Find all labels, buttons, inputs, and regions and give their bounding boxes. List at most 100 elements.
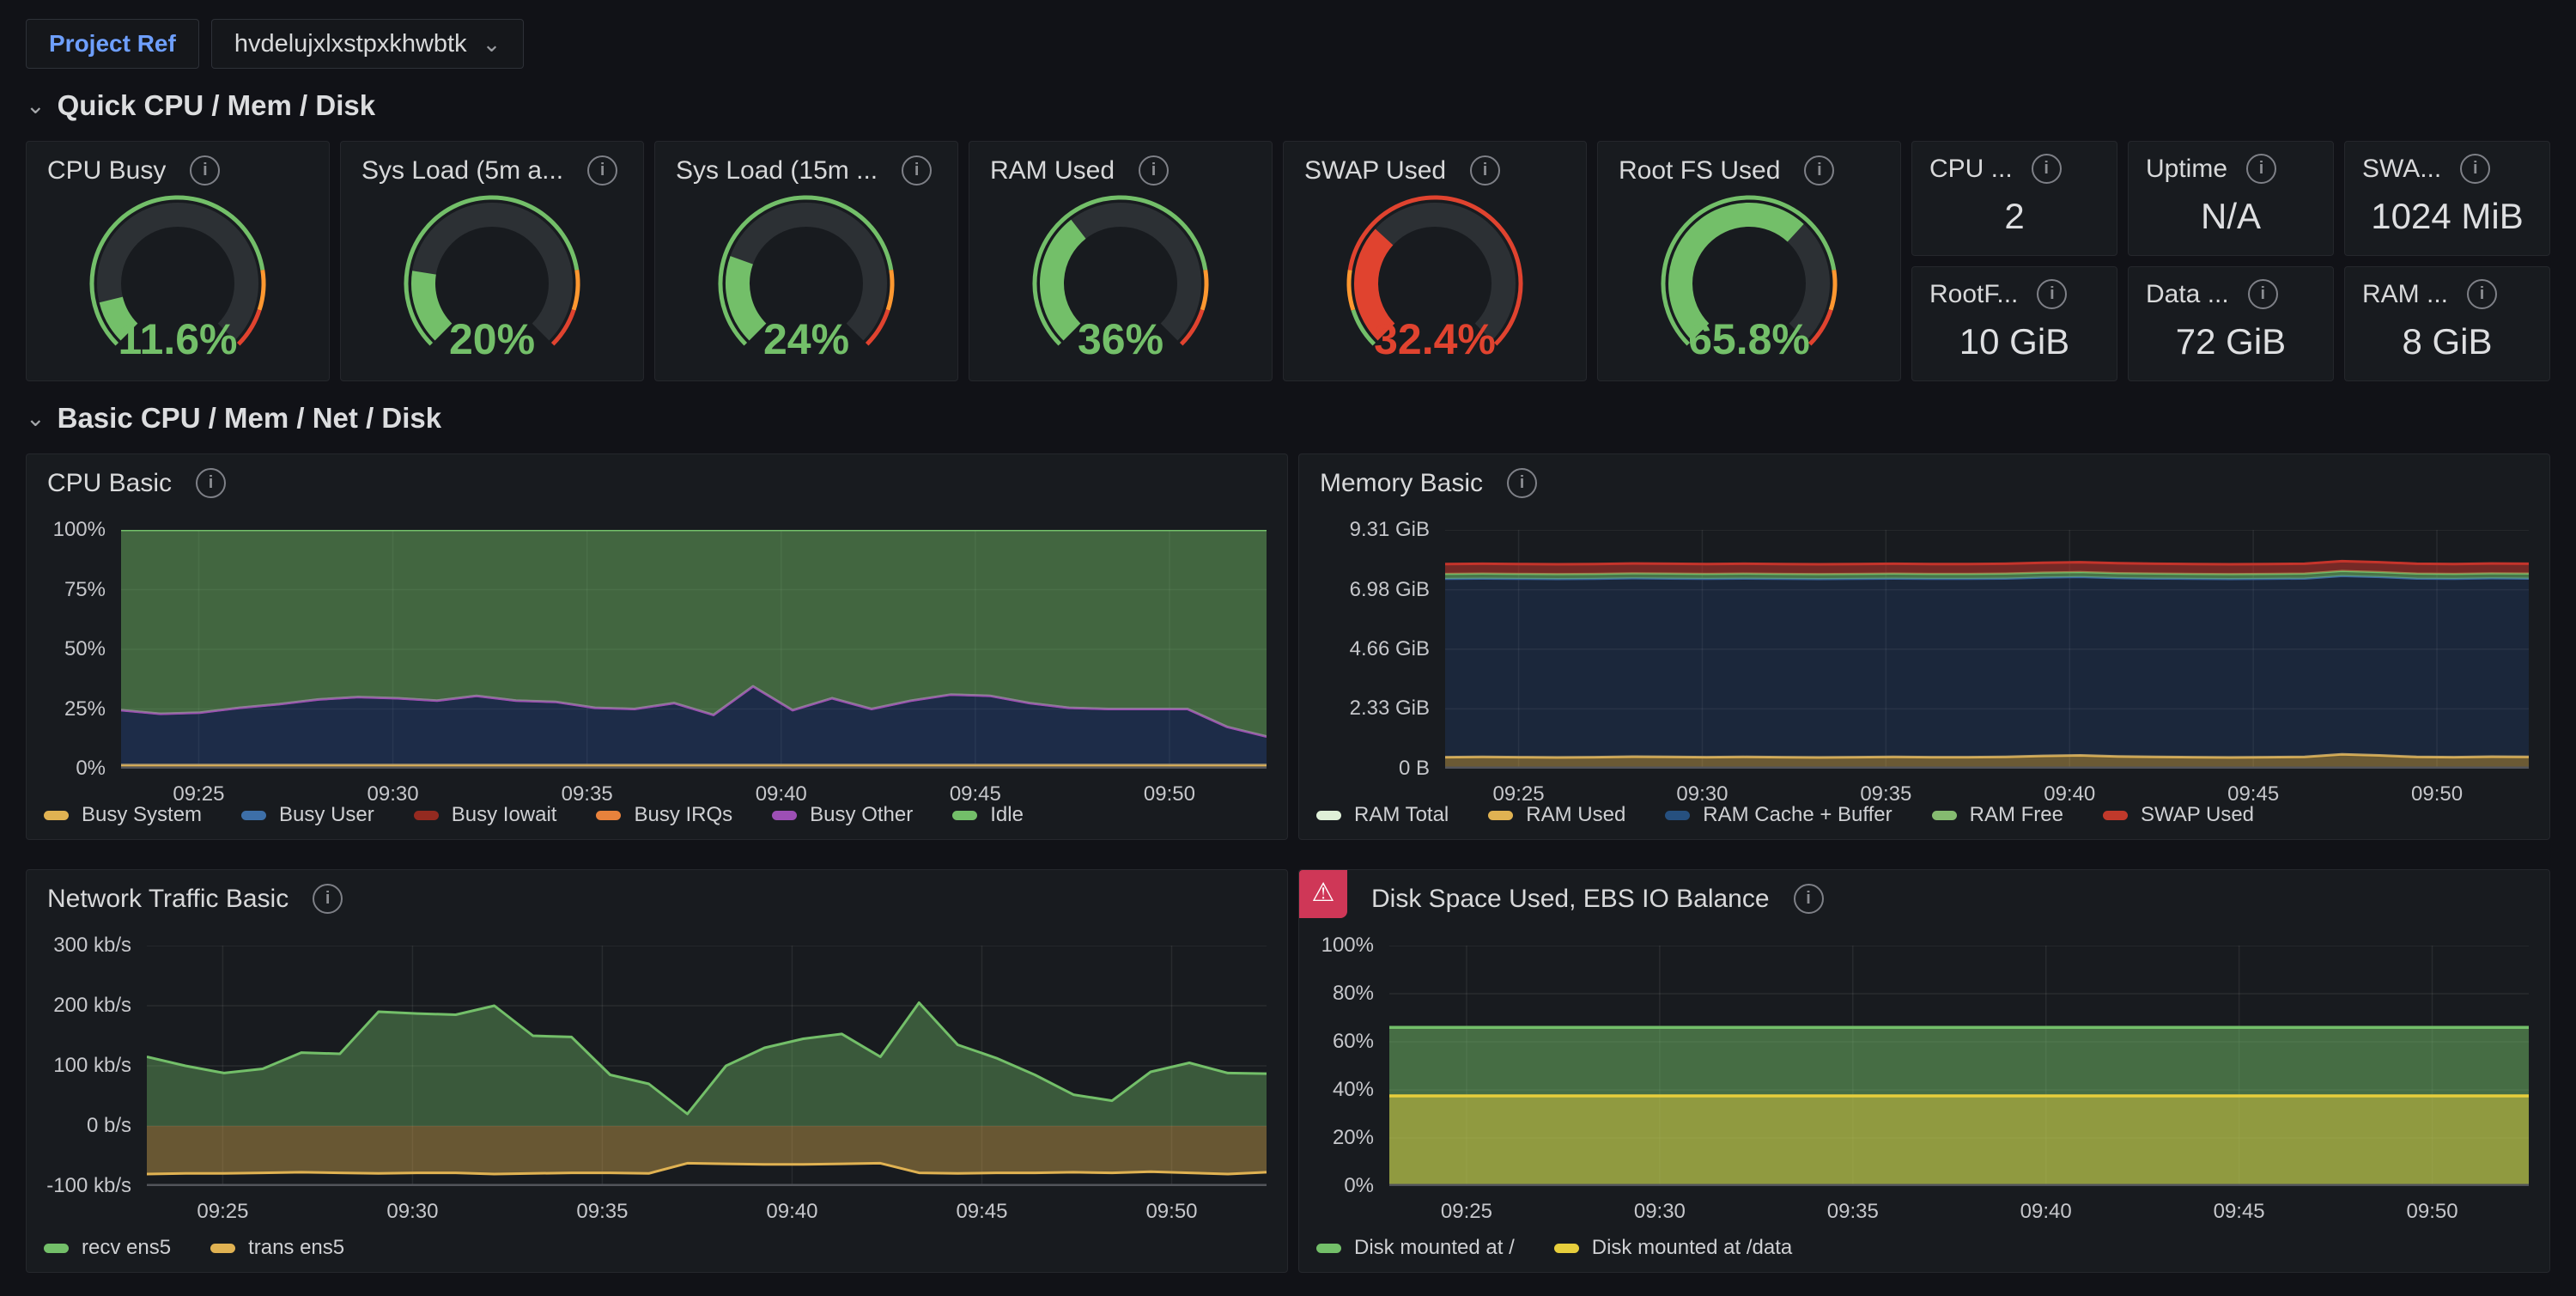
section-basic-cpu-mem-net-disk[interactable]: ⌄ Basic CPU / Mem / Net / Disk (26, 402, 441, 435)
gauge: 24% (690, 185, 922, 365)
panel-title[interactable]: Uptime (2146, 155, 2227, 184)
legend-swatch (596, 811, 621, 820)
legend-item[interactable]: Disk mounted at /data (1554, 1236, 1792, 1260)
y-axis-tick-label: 200 kb/s (27, 994, 131, 1018)
x-axis-tick-label: 09:45 (2214, 1200, 2265, 1224)
legend-swatch (772, 811, 797, 820)
gauge-threshold-ring (259, 270, 264, 310)
project-ref-select[interactable]: hvdelujxlxstpxkhwbtk ⌄ (211, 19, 525, 69)
chevron-down-icon: ⌄ (26, 410, 46, 427)
legend-item[interactable]: Busy IRQs (596, 803, 732, 827)
stat-value: N/A (2129, 185, 2333, 248)
panel-title[interactable]: RAM ... (2362, 280, 2448, 309)
x-axis-tick-label: 09:30 (1634, 1200, 1686, 1224)
gauge-threshold-ring (574, 270, 578, 310)
gauge: 36% (1005, 185, 1236, 365)
panel-title[interactable]: SWA... (2362, 155, 2441, 184)
stat-panel: RAM ...i8 GiB (2344, 266, 2550, 381)
legend-swatch (44, 1244, 69, 1253)
info-icon[interactable]: i (2460, 154, 2490, 184)
series-fill-ram-cache-buffer (1445, 576, 2529, 758)
legend-swatch (1316, 811, 1341, 820)
section-quick-cpu-mem-disk[interactable]: ⌄ Quick CPU / Mem / Disk (26, 89, 375, 122)
legend-label: RAM Cache + Buffer (1703, 803, 1892, 827)
panel-title[interactable]: CPU ... (1929, 155, 2013, 184)
legend-item[interactable]: Busy System (44, 803, 202, 827)
legend-item[interactable]: RAM Free (1932, 803, 2063, 827)
legend-item[interactable]: trans ens5 (210, 1236, 344, 1260)
info-icon[interactable]: i (902, 155, 932, 186)
legend-item[interactable]: Idle (952, 803, 1024, 827)
legend-label: RAM Used (1526, 803, 1625, 827)
info-icon[interactable]: i (190, 155, 220, 186)
panel-header: Root FS Used i (1619, 155, 1883, 186)
legend-item[interactable]: Busy User (241, 803, 374, 827)
x-axis-tick-label: 09:40 (2020, 1200, 2072, 1224)
info-icon[interactable]: i (2246, 154, 2276, 184)
panel-title[interactable]: Root FS Used (1619, 156, 1780, 186)
panel-title[interactable]: CPU Basic (47, 469, 172, 498)
legend-item[interactable]: Busy Other (772, 803, 913, 827)
info-icon[interactable]: i (1507, 468, 1537, 498)
legend-item[interactable]: Busy Iowait (414, 803, 557, 827)
legend-label: Busy IRQs (634, 803, 732, 827)
gauge-panel: CPU Busyi11.6% (26, 141, 330, 381)
y-axis-tick-label: 100% (1299, 934, 1374, 958)
panel-title[interactable]: Memory Basic (1320, 469, 1483, 498)
chevron-down-icon: ⌄ (483, 35, 501, 52)
legend-item[interactable]: recv ens5 (44, 1236, 171, 1260)
gauge: 65.8% (1633, 185, 1865, 365)
legend-item[interactable]: RAM Cache + Buffer (1665, 803, 1892, 827)
dashboard-page: Project Ref hvdelujxlxstpxkhwbtk ⌄ ⌄ Qui… (0, 0, 2576, 1296)
legend-item[interactable]: SWAP Used (2103, 803, 2254, 827)
info-icon[interactable]: i (2032, 154, 2062, 184)
gauge: 32.4% (1319, 185, 1551, 365)
info-icon[interactable]: i (196, 468, 226, 498)
plot-area (1445, 530, 2529, 769)
x-axis-tick-label: 09:50 (2407, 1200, 2458, 1224)
stat-panel: CPU ...i2 (1911, 141, 2117, 256)
panel-title[interactable]: RAM Used (990, 156, 1115, 186)
chart-legend: Disk mounted at / Disk mounted at /data (1316, 1236, 1792, 1260)
info-icon[interactable]: i (2467, 279, 2497, 309)
charts-row-1: CPU Basici0%25%50%75%100%09:2509:3009:35… (26, 453, 2550, 840)
panel-title[interactable]: Sys Load (15m ... (676, 156, 878, 186)
panel-title[interactable]: CPU Busy (47, 156, 166, 186)
stat-value: 1024 MiB (2345, 185, 2549, 248)
series-fill-disk-data (1389, 1096, 2529, 1186)
info-icon[interactable]: i (1470, 155, 1500, 186)
panel-warning-badge[interactable]: ⚠ (1299, 870, 1347, 918)
legend-label: Idle (990, 803, 1024, 827)
panel-title[interactable]: Network Traffic Basic (47, 885, 289, 914)
info-icon[interactable]: i (587, 155, 617, 186)
gauge-threshold-ring (888, 270, 892, 310)
info-icon[interactable]: i (313, 884, 343, 914)
y-axis-tick-label: 80% (1299, 982, 1374, 1006)
info-icon[interactable]: i (2037, 279, 2067, 309)
chart-legend: recv ens5 trans ens5 (44, 1236, 344, 1260)
legend-swatch (241, 811, 266, 820)
panel-title[interactable]: Sys Load (5m a... (361, 156, 563, 186)
legend-item[interactable]: RAM Total (1316, 803, 1449, 827)
legend-item[interactable]: Disk mounted at / (1316, 1236, 1515, 1260)
info-icon[interactable]: i (1139, 155, 1169, 186)
stat-panel: SWA... i1024 MiB (2344, 141, 2550, 256)
legend-label: Busy Other (810, 803, 913, 827)
info-icon[interactable]: i (2248, 279, 2278, 309)
panel-header: Data ... i (2146, 279, 2319, 309)
gauge-value: 32.4% (1374, 315, 1496, 363)
y-axis-tick-label: 2.33 GiB (1299, 697, 1430, 721)
panel-title[interactable]: RootF... (1929, 280, 2018, 309)
legend-item[interactable]: RAM Used (1488, 803, 1625, 827)
panel-title[interactable]: Data ... (2146, 280, 2229, 309)
chevron-down-icon: ⌄ (26, 97, 46, 114)
panel-title[interactable]: Disk Space Used, EBS IO Balance (1371, 885, 1770, 914)
panel-header: Memory Basic i (1320, 468, 2532, 498)
panel-title[interactable]: SWAP Used (1304, 156, 1446, 186)
chart-panel-cpu: CPU Basici0%25%50%75%100%09:2509:3009:35… (26, 453, 1288, 840)
info-icon[interactable]: i (1804, 155, 1834, 186)
y-axis-tick-label: 100% (27, 518, 106, 542)
info-icon[interactable]: i (1794, 884, 1824, 914)
legend-swatch (44, 811, 69, 820)
y-axis-tick-label: 0% (1299, 1174, 1374, 1198)
